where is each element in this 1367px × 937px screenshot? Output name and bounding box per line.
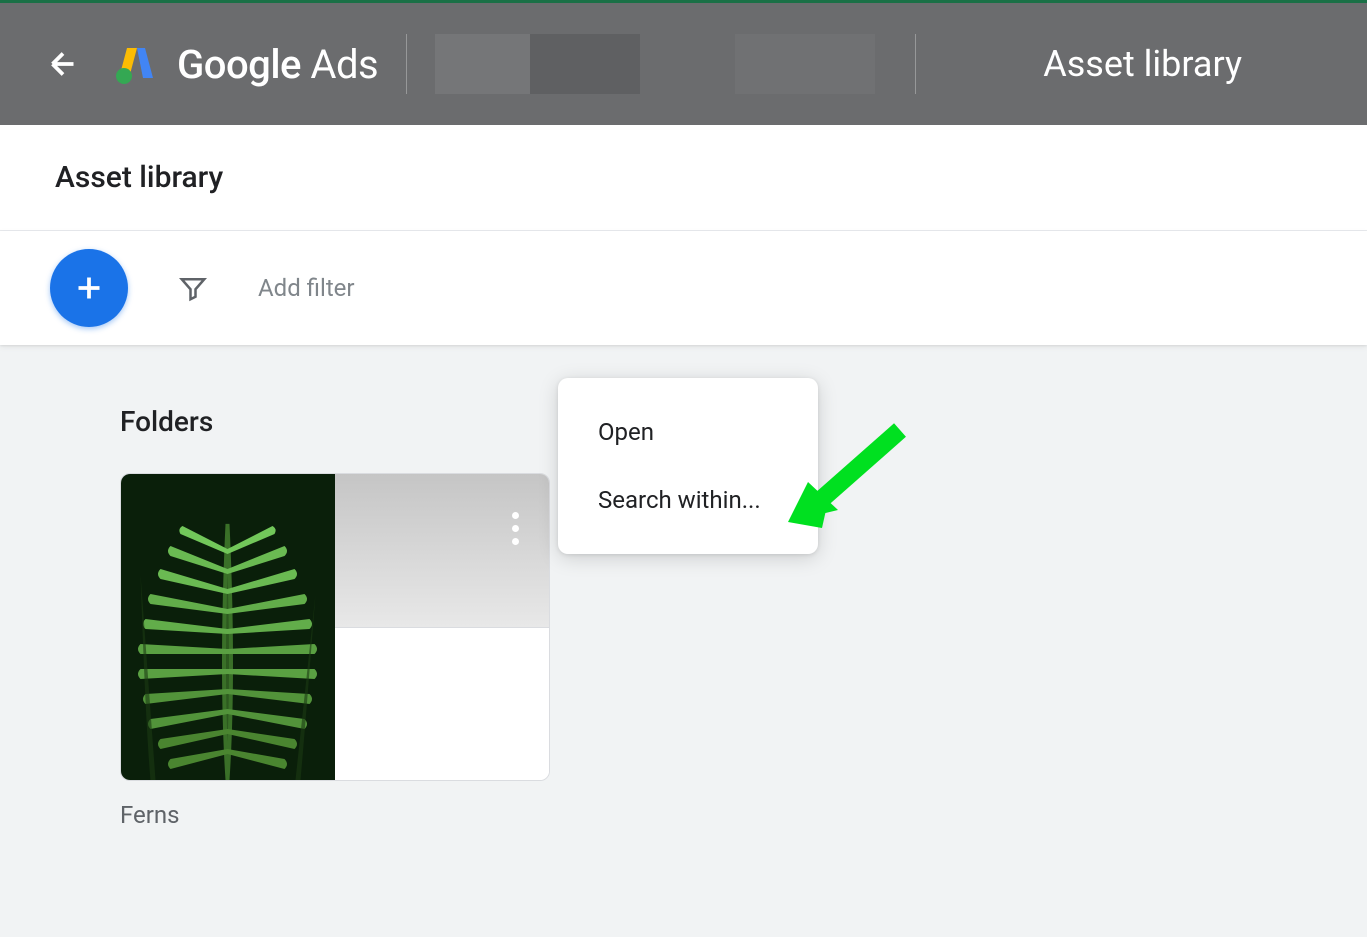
kebab-dot-icon: [512, 525, 519, 532]
back-arrow-button[interactable]: [45, 46, 81, 82]
folder-secondary-image-top: [335, 474, 549, 627]
folder-label: Ferns: [120, 801, 1247, 829]
folder-thumbnail: [121, 474, 549, 780]
header-divider-2: [915, 34, 916, 94]
page-title: Asset library: [55, 160, 1312, 195]
folder-secondary-image-bottom: [335, 627, 549, 780]
brand-logo-area: Google Ads: [111, 40, 378, 88]
folder-card[interactable]: [120, 473, 550, 781]
filter-button[interactable]: [178, 273, 208, 303]
product-name-regular: Ads: [301, 41, 378, 88]
google-ads-logo-icon: [111, 40, 159, 88]
folder-primary-image: [121, 474, 335, 780]
menu-item-search-within[interactable]: Search within...: [558, 466, 818, 534]
folder-context-menu: Open Search within...: [558, 378, 818, 554]
page-title-section: Asset library: [0, 125, 1367, 231]
product-name-bold: Google: [177, 41, 301, 88]
plus-icon: [71, 270, 107, 306]
kebab-dot-icon: [512, 538, 519, 545]
header-divider: [406, 34, 407, 94]
filter-placeholder[interactable]: Add filter: [258, 274, 355, 302]
product-name: Google Ads: [177, 41, 378, 88]
menu-item-open[interactable]: Open: [558, 398, 818, 466]
back-arrow-icon: [45, 46, 81, 82]
fern-image-icon: [121, 474, 335, 780]
folder-secondary-images: [335, 474, 549, 780]
header-section-title: Asset library: [1043, 43, 1242, 85]
kebab-dot-icon: [512, 512, 519, 519]
folder-kebab-menu[interactable]: [504, 504, 527, 553]
filter-icon: [178, 273, 208, 303]
account-selector-redacted[interactable]: [435, 34, 875, 94]
add-asset-button[interactable]: [50, 249, 128, 327]
toolbar: Add filter: [0, 231, 1367, 345]
app-header: Google Ads Asset library: [0, 0, 1367, 125]
